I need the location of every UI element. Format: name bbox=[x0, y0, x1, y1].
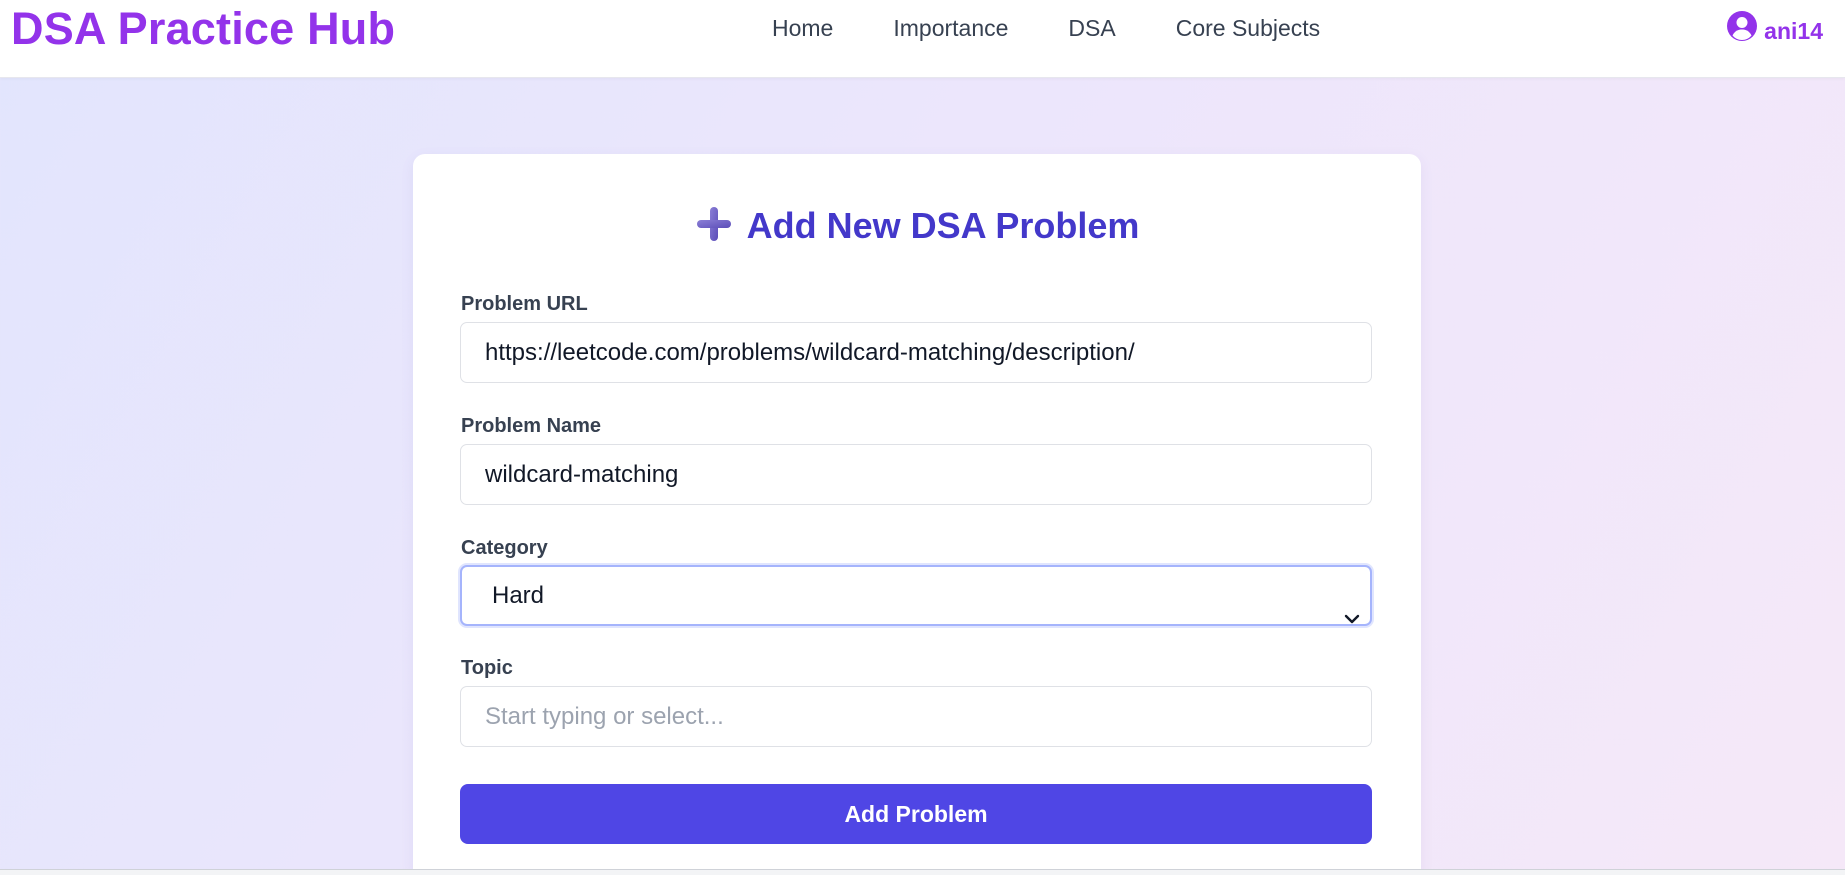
user-menu[interactable]: ani14 bbox=[1726, 10, 1823, 51]
nav-link-home[interactable]: Home bbox=[772, 12, 833, 44]
category-label: Category bbox=[461, 537, 548, 559]
add-problem-card: Add New DSA Problem Problem URL https://… bbox=[413, 154, 1421, 875]
horizontal-scrollbar[interactable] bbox=[0, 869, 1845, 875]
add-problem-button[interactable]: Add Problem bbox=[460, 784, 1372, 844]
problem-name-label: Problem Name bbox=[461, 415, 602, 437]
username: ani14 bbox=[1764, 17, 1823, 44]
nav-links: Home Importance DSA Core Subjects bbox=[772, 12, 1380, 44]
topic-placeholder: Start typing or select... bbox=[485, 703, 724, 730]
topic-label: Topic bbox=[461, 657, 513, 679]
problem-name-value: wildcard-matching bbox=[485, 461, 679, 488]
topic-input[interactable]: Start typing or select... bbox=[460, 686, 1372, 747]
category-selected-value: Hard bbox=[492, 582, 545, 609]
chevron-down-icon bbox=[1344, 589, 1360, 646]
problem-url-value: https://leetcode.com/problems/wildcard-m… bbox=[485, 339, 1135, 366]
form-title-text: Add New DSA Problem bbox=[746, 205, 1140, 246]
user-circle-icon bbox=[1726, 10, 1764, 51]
nav-link-importance[interactable]: Importance bbox=[893, 12, 1008, 44]
nav-link-dsa[interactable]: DSA bbox=[1068, 12, 1115, 44]
form-title: Add New DSA Problem bbox=[413, 204, 1421, 253]
brand-logo-text[interactable]: DSA Practice Hub bbox=[11, 2, 395, 56]
top-navbar: DSA Practice Hub Home Importance DSA Cor… bbox=[0, 0, 1845, 78]
problem-name-input[interactable]: wildcard-matching bbox=[460, 444, 1372, 505]
category-select[interactable]: Hard bbox=[460, 565, 1372, 626]
plus-icon bbox=[695, 205, 733, 253]
problem-url-label: Problem URL bbox=[461, 293, 588, 315]
nav-link-core-subjects[interactable]: Core Subjects bbox=[1176, 12, 1320, 44]
problem-url-input[interactable]: https://leetcode.com/problems/wildcard-m… bbox=[460, 322, 1372, 383]
